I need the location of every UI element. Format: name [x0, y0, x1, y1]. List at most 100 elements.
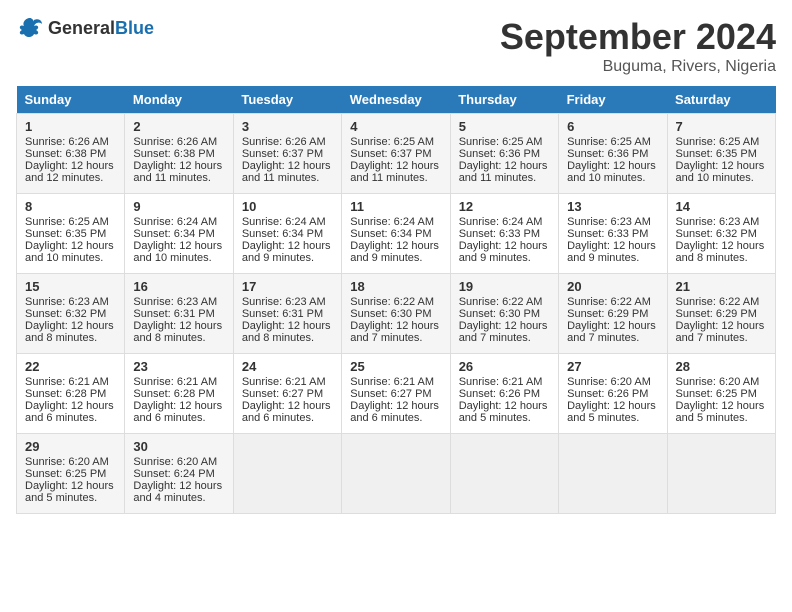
- sunrise-text: Sunrise: 6:20 AM: [133, 456, 217, 468]
- daylight-text: Daylight: 12 hours and 8 minutes.: [676, 240, 765, 264]
- daylight-text: Daylight: 12 hours and 9 minutes.: [242, 240, 331, 264]
- month-title: September 2024: [500, 16, 776, 58]
- daylight-text: Daylight: 12 hours and 8 minutes.: [242, 320, 331, 344]
- sunset-text: Sunset: 6:36 PM: [567, 148, 648, 160]
- daylight-text: Daylight: 12 hours and 11 minutes.: [350, 160, 439, 184]
- sunrise-text: Sunrise: 6:25 AM: [25, 216, 109, 228]
- day-number: 9: [133, 199, 224, 214]
- daylight-text: Daylight: 12 hours and 9 minutes.: [567, 240, 656, 264]
- sunset-text: Sunset: 6:34 PM: [242, 228, 323, 240]
- page-header: GeneralBlue September 2024 Buguma, River…: [16, 16, 776, 76]
- sunrise-text: Sunrise: 6:25 AM: [459, 136, 543, 148]
- week-row-4: 22Sunrise: 6:21 AMSunset: 6:28 PMDayligh…: [17, 354, 776, 434]
- calendar-cell: [667, 434, 775, 514]
- sunset-text: Sunset: 6:27 PM: [350, 388, 431, 400]
- calendar-cell: 24Sunrise: 6:21 AMSunset: 6:27 PMDayligh…: [233, 354, 341, 434]
- location-title: Buguma, Rivers, Nigeria: [500, 58, 776, 76]
- sunset-text: Sunset: 6:34 PM: [133, 228, 214, 240]
- sunrise-text: Sunrise: 6:22 AM: [350, 296, 434, 308]
- col-header-friday: Friday: [559, 86, 667, 114]
- calendar-cell: 27Sunrise: 6:20 AMSunset: 6:26 PMDayligh…: [559, 354, 667, 434]
- sunrise-text: Sunrise: 6:22 AM: [459, 296, 543, 308]
- day-number: 11: [350, 199, 441, 214]
- col-header-wednesday: Wednesday: [342, 86, 450, 114]
- calendar-cell: 21Sunrise: 6:22 AMSunset: 6:29 PMDayligh…: [667, 274, 775, 354]
- sunrise-text: Sunrise: 6:22 AM: [567, 296, 651, 308]
- calendar-cell: [450, 434, 558, 514]
- sunrise-text: Sunrise: 6:24 AM: [350, 216, 434, 228]
- sunrise-text: Sunrise: 6:23 AM: [25, 296, 109, 308]
- day-number: 16: [133, 279, 224, 294]
- calendar-cell: 6Sunrise: 6:25 AMSunset: 6:36 PMDaylight…: [559, 114, 667, 194]
- sunrise-text: Sunrise: 6:23 AM: [242, 296, 326, 308]
- calendar-cell: 28Sunrise: 6:20 AMSunset: 6:25 PMDayligh…: [667, 354, 775, 434]
- sunset-text: Sunset: 6:32 PM: [25, 308, 106, 320]
- calendar-cell: 26Sunrise: 6:21 AMSunset: 6:26 PMDayligh…: [450, 354, 558, 434]
- daylight-text: Daylight: 12 hours and 11 minutes.: [242, 160, 331, 184]
- day-number: 7: [676, 119, 767, 134]
- daylight-text: Daylight: 12 hours and 7 minutes.: [459, 320, 548, 344]
- sunset-text: Sunset: 6:38 PM: [25, 148, 106, 160]
- calendar-cell: 14Sunrise: 6:23 AMSunset: 6:32 PMDayligh…: [667, 194, 775, 274]
- week-row-2: 8Sunrise: 6:25 AMSunset: 6:35 PMDaylight…: [17, 194, 776, 274]
- logo: GeneralBlue: [16, 16, 154, 40]
- sunrise-text: Sunrise: 6:20 AM: [676, 376, 760, 388]
- daylight-text: Daylight: 12 hours and 5 minutes.: [459, 400, 548, 424]
- col-header-thursday: Thursday: [450, 86, 558, 114]
- day-number: 5: [459, 119, 550, 134]
- sunset-text: Sunset: 6:30 PM: [350, 308, 431, 320]
- daylight-text: Daylight: 12 hours and 6 minutes.: [133, 400, 222, 424]
- calendar-cell: 19Sunrise: 6:22 AMSunset: 6:30 PMDayligh…: [450, 274, 558, 354]
- daylight-text: Daylight: 12 hours and 5 minutes.: [567, 400, 656, 424]
- calendar-table: SundayMondayTuesdayWednesdayThursdayFrid…: [16, 86, 776, 514]
- sunset-text: Sunset: 6:36 PM: [459, 148, 540, 160]
- calendar-cell: 22Sunrise: 6:21 AMSunset: 6:28 PMDayligh…: [17, 354, 125, 434]
- sunrise-text: Sunrise: 6:24 AM: [459, 216, 543, 228]
- calendar-cell: 29Sunrise: 6:20 AMSunset: 6:25 PMDayligh…: [17, 434, 125, 514]
- daylight-text: Daylight: 12 hours and 11 minutes.: [133, 160, 222, 184]
- calendar-cell: 12Sunrise: 6:24 AMSunset: 6:33 PMDayligh…: [450, 194, 558, 274]
- sunset-text: Sunset: 6:31 PM: [242, 308, 323, 320]
- daylight-text: Daylight: 12 hours and 10 minutes.: [567, 160, 656, 184]
- daylight-text: Daylight: 12 hours and 7 minutes.: [676, 320, 765, 344]
- daylight-text: Daylight: 12 hours and 9 minutes.: [459, 240, 548, 264]
- day-number: 17: [242, 279, 333, 294]
- daylight-text: Daylight: 12 hours and 12 minutes.: [25, 160, 114, 184]
- week-row-1: 1Sunrise: 6:26 AMSunset: 6:38 PMDaylight…: [17, 114, 776, 194]
- calendar-cell: 11Sunrise: 6:24 AMSunset: 6:34 PMDayligh…: [342, 194, 450, 274]
- sunrise-text: Sunrise: 6:21 AM: [25, 376, 109, 388]
- sunset-text: Sunset: 6:31 PM: [133, 308, 214, 320]
- title-block: September 2024 Buguma, Rivers, Nigeria: [500, 16, 776, 76]
- sunrise-text: Sunrise: 6:26 AM: [25, 136, 109, 148]
- sunset-text: Sunset: 6:26 PM: [459, 388, 540, 400]
- calendar-cell: [233, 434, 341, 514]
- sunrise-text: Sunrise: 6:21 AM: [459, 376, 543, 388]
- sunset-text: Sunset: 6:27 PM: [242, 388, 323, 400]
- sunset-text: Sunset: 6:29 PM: [567, 308, 648, 320]
- calendar-cell: 5 Sunrise: 6:25 AMSunset: 6:36 PMDaylight…: [450, 114, 558, 194]
- sunrise-text: Sunrise: 6:23 AM: [567, 216, 651, 228]
- col-header-saturday: Saturday: [667, 86, 775, 114]
- calendar-cell: 2Sunrise: 6:26 AMSunset: 6:38 PMDaylight…: [125, 114, 233, 194]
- calendar-cell: 7Sunrise: 6:25 AMSunset: 6:35 PMDaylight…: [667, 114, 775, 194]
- day-number: 12: [459, 199, 550, 214]
- sunset-text: Sunset: 6:25 PM: [676, 388, 757, 400]
- daylight-text: Daylight: 12 hours and 5 minutes.: [676, 400, 765, 424]
- daylight-text: Daylight: 12 hours and 6 minutes.: [242, 400, 331, 424]
- daylight-text: Daylight: 12 hours and 6 minutes.: [25, 400, 114, 424]
- calendar-cell: 4Sunrise: 6:25 AMSunset: 6:37 PMDaylight…: [342, 114, 450, 194]
- daylight-text: Daylight: 12 hours and 10 minutes.: [133, 240, 222, 264]
- sunrise-text: Sunrise: 6:26 AM: [133, 136, 217, 148]
- sunset-text: Sunset: 6:25 PM: [25, 468, 106, 480]
- daylight-text: Daylight: 12 hours and 11 minutes.: [459, 160, 548, 184]
- calendar-cell: 10Sunrise: 6:24 AMSunset: 6:34 PMDayligh…: [233, 194, 341, 274]
- sunrise-text: Sunrise: 6:25 AM: [567, 136, 651, 148]
- daylight-text: Daylight: 12 hours and 4 minutes.: [133, 480, 222, 504]
- day-number: 21: [676, 279, 767, 294]
- day-number: 1: [25, 119, 116, 134]
- calendar-cell: 1 Sunrise: 6:26 AMSunset: 6:38 PMDaylight…: [17, 114, 125, 194]
- sunset-text: Sunset: 6:35 PM: [25, 228, 106, 240]
- daylight-text: Daylight: 12 hours and 5 minutes.: [25, 480, 114, 504]
- daylight-text: Daylight: 12 hours and 8 minutes.: [25, 320, 114, 344]
- daylight-text: Daylight: 12 hours and 6 minutes.: [350, 400, 439, 424]
